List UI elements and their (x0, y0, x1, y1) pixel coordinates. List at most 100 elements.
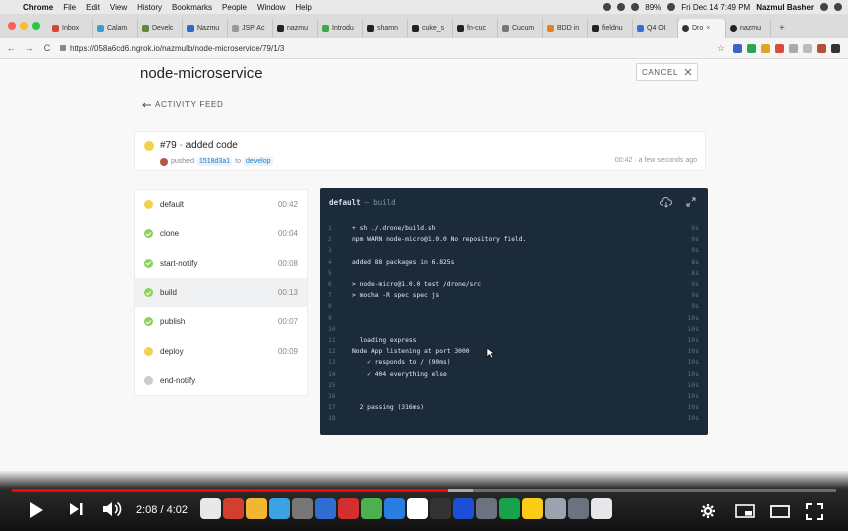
step-duration: 00:09 (277, 346, 298, 356)
dock-app-14-icon[interactable] (499, 498, 520, 519)
log-line: 17 2 passing (316ms) 10s (320, 403, 708, 413)
bookmark-star-icon[interactable]: ☆ (717, 43, 725, 54)
fullscreen-icon[interactable] (806, 503, 823, 520)
tab-favicon-icon (367, 25, 374, 32)
tab-favicon-icon (592, 25, 599, 32)
reload-icon[interactable]: C (40, 43, 54, 53)
dock-app-6-icon[interactable] (315, 498, 336, 519)
step-publish[interactable]: publish 00:07 (135, 307, 307, 336)
tab-11[interactable]: Cucum (498, 19, 543, 38)
dropbox-icon[interactable] (617, 3, 626, 11)
new-tab-button[interactable]: + (771, 23, 793, 38)
dock-app-3-icon[interactable] (246, 498, 267, 519)
dock-app-17-icon[interactable] (568, 498, 589, 519)
menu-edit[interactable]: Edit (81, 3, 105, 12)
dock-app-15-icon[interactable] (522, 498, 543, 519)
theater-mode-icon[interactable] (770, 505, 790, 518)
menu-help[interactable]: Help (290, 3, 316, 12)
miniplayer-icon[interactable] (735, 504, 755, 518)
extension-8-icon[interactable] (831, 43, 840, 53)
menu-bookmarks[interactable]: Bookmarks (167, 3, 217, 12)
step-deploy[interactable]: deploy 00:09 (135, 336, 307, 365)
dock-app-2-icon[interactable] (223, 498, 244, 519)
minimize-window-button[interactable] (20, 22, 28, 30)
tab-6[interactable]: nazmu (273, 19, 318, 38)
dock-app-18-icon[interactable] (591, 498, 612, 519)
tab-8[interactable]: shamn (363, 19, 408, 38)
extension-3-icon[interactable] (761, 43, 770, 53)
step-default[interactable]: default 00:42 (135, 190, 307, 219)
step-build[interactable]: build 00:13 (135, 277, 307, 308)
dock-app-10-icon[interactable] (407, 498, 428, 519)
volume-icon[interactable] (102, 501, 122, 517)
step-start-notify[interactable]: start-notify 00:08 (135, 249, 307, 278)
video-progress-bar[interactable] (12, 489, 836, 492)
menu-clock[interactable]: Fri Dec 14 7:49 PM (681, 3, 750, 12)
tab-last[interactable]: nazmu (726, 19, 771, 38)
extension-7-icon[interactable] (817, 43, 826, 53)
tab-2[interactable]: Calam (93, 19, 138, 38)
tab-7[interactable]: Introdu (318, 19, 363, 38)
menu-window[interactable]: Window (252, 3, 290, 12)
dock-app-12-icon[interactable] (453, 498, 474, 519)
activity-feed-link[interactable]: ACTIVITY FEED (142, 100, 224, 109)
tab-1[interactable]: Inbox (48, 19, 93, 38)
address-url[interactable]: https://058a6cd6.ngrok.io/nazmulb/node-m… (70, 44, 284, 53)
download-cloud-icon[interactable] (660, 196, 672, 208)
menu-people[interactable]: People (217, 3, 252, 12)
tab-4[interactable]: Nazmu (183, 19, 228, 38)
menu-history[interactable]: History (132, 3, 167, 12)
extension-5-icon[interactable] (789, 43, 798, 53)
extension-6-icon[interactable] (803, 43, 812, 53)
dock-app-9-icon[interactable] (384, 498, 405, 519)
commit-hash-link[interactable]: 1518d3a1 (196, 157, 233, 166)
forward-arrow-icon[interactable]: → (22, 43, 36, 53)
dock-app-16-icon[interactable] (545, 498, 566, 519)
menu-view[interactable]: View (105, 3, 132, 12)
tab-5[interactable]: JSP Ac (228, 19, 273, 38)
dock-app-5-icon[interactable] (292, 498, 313, 519)
back-arrow-icon[interactable]: ← (4, 43, 18, 53)
tab-12[interactable]: BDD in (543, 19, 588, 38)
dock-app-11-icon[interactable] (430, 498, 451, 519)
play-icon[interactable] (28, 501, 44, 519)
battery-percent[interactable]: 89% (645, 3, 661, 12)
dock-app-8-icon[interactable] (361, 498, 382, 519)
wifi-icon[interactable] (631, 3, 640, 11)
tab-favicon-icon (502, 25, 509, 32)
close-tab-icon[interactable]: × (706, 25, 710, 32)
notification-icon[interactable] (834, 3, 842, 11)
dock-app-7-icon[interactable] (338, 498, 359, 519)
tab-14[interactable]: Q4 OI (633, 19, 678, 38)
step-end-notify[interactable]: end-notify (135, 366, 307, 395)
close-window-button[interactable] (8, 22, 16, 30)
flag-icon[interactable] (667, 3, 676, 11)
log-line-text: > node-micro@1.0.0 test /drone/src (352, 281, 481, 288)
tab-13[interactable]: fieldnu (588, 19, 633, 38)
log-line-time: 8s (691, 258, 699, 266)
dock-app-13-icon[interactable] (476, 498, 497, 519)
menu-file[interactable]: File (58, 3, 81, 12)
expand-icon[interactable] (686, 197, 696, 207)
dock-app-1-icon[interactable] (200, 498, 221, 519)
menu-user[interactable]: Nazmul Basher (756, 3, 814, 12)
menu-app-name[interactable]: Chrome (18, 3, 58, 12)
tab-9[interactable]: cuke_s (408, 19, 453, 38)
dock-app-4-icon[interactable] (269, 498, 290, 519)
tab-3[interactable]: Develc (138, 19, 183, 38)
record-icon[interactable] (603, 3, 612, 11)
extension-4-icon[interactable] (775, 43, 784, 53)
next-icon[interactable] (68, 501, 84, 517)
address-bar[interactable]: https://058a6cd6.ngrok.io/nazmulb/node-m… (60, 44, 717, 53)
tab-active[interactable]: Dro × (678, 19, 726, 38)
zoom-window-button[interactable] (32, 22, 40, 30)
extension-1-icon[interactable] (733, 43, 742, 53)
step-clone[interactable]: clone 00:04 (135, 219, 307, 248)
branch-link[interactable]: develop (243, 157, 273, 166)
tab-10[interactable]: fn-cuc (453, 19, 498, 38)
extension-2-icon[interactable] (747, 43, 756, 53)
spotlight-icon[interactable] (820, 3, 828, 11)
build-summary-card[interactable]: #79 - added code pushed 1518d3a1 to deve… (134, 131, 706, 171)
settings-gear-icon[interactable] (700, 503, 716, 519)
cancel-build-button[interactable]: CANCEL (636, 63, 698, 81)
